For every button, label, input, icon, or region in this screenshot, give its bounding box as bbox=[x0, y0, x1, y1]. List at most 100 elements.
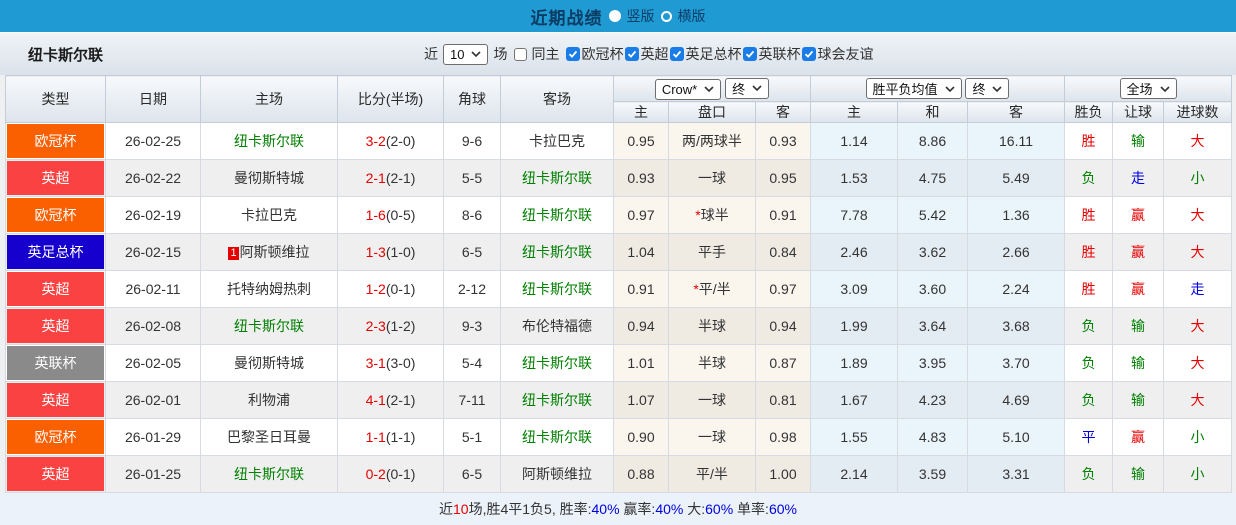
score-cell: 3-1(3-0) bbox=[337, 344, 444, 382]
bookmaker-state-select[interactable]: 终 bbox=[725, 77, 770, 99]
home-team-name: 纽卡斯尔联 bbox=[234, 318, 304, 334]
avg-away-cell: 3.68 bbox=[966, 307, 1066, 345]
header-away: 客场 bbox=[500, 75, 614, 123]
competition-checkbox[interactable] bbox=[566, 47, 581, 61]
header-goals: 进球数 bbox=[1163, 101, 1233, 123]
summary-part: 10 bbox=[453, 501, 469, 517]
home-team-name: 巴黎圣日耳曼 bbox=[227, 429, 311, 445]
fulltime-score: 1-2 bbox=[365, 281, 386, 297]
result-winloss-cell: 负 bbox=[1064, 381, 1114, 419]
filter-bar: 纽卡斯尔联 近 10 场 同主 欧冠杯 英超 英足总杯 英联杯 球会友谊 bbox=[0, 32, 1236, 75]
competition-checkbox[interactable] bbox=[743, 47, 758, 61]
filter-controls: 近 10 场 同主 欧冠杯 英超 英足总杯 英联杯 球会友谊 bbox=[424, 43, 873, 65]
halftime-score: (2-0) bbox=[385, 133, 416, 149]
avg-away-cell: 16.11 bbox=[966, 122, 1066, 160]
odds-home-cell: 0.88 bbox=[613, 455, 669, 493]
same-home-checkbox[interactable] bbox=[514, 47, 528, 61]
title-bar: 近期战绩 竖版 横版 bbox=[0, 0, 1236, 32]
table-row: 欧冠杯 26-02-19 卡拉巴克 1-6(0-5) 8-6 纽卡斯尔联 0.9… bbox=[5, 196, 1233, 234]
home-team-name: 纽卡斯尔联 bbox=[234, 133, 304, 149]
score-cell: 2-1(2-1) bbox=[337, 159, 444, 197]
summary-part: 单率: bbox=[733, 501, 769, 517]
handicap-cell: 两/两球半 bbox=[668, 122, 756, 160]
avg-draw-cell: 5.42 bbox=[897, 196, 968, 234]
odds-home-cell: 1.07 bbox=[613, 381, 669, 419]
summary-part: 大: bbox=[683, 501, 706, 517]
date-cell: 26-02-25 bbox=[105, 122, 201, 160]
fulltime-score: 0-2 bbox=[365, 466, 386, 482]
result-handicap-cell: 赢 bbox=[1112, 196, 1165, 234]
odds-away-cell: 0.97 bbox=[755, 270, 811, 308]
header-winloss: 胜负 bbox=[1064, 101, 1114, 123]
date-cell: 26-02-08 bbox=[105, 307, 201, 345]
result-goals-cell: 大 bbox=[1163, 196, 1233, 234]
layout-radio-vertical[interactable] bbox=[608, 10, 621, 22]
odds-home-cell: 1.04 bbox=[613, 233, 669, 271]
match-count-select[interactable]: 10 bbox=[443, 43, 489, 65]
corner-cell: 5-4 bbox=[443, 344, 501, 382]
competition-checkbox[interactable] bbox=[802, 47, 817, 61]
result-goals-cell: 大 bbox=[1163, 307, 1233, 345]
competition-checkbox[interactable] bbox=[670, 47, 685, 61]
odds-away-cell: 0.93 bbox=[755, 122, 811, 160]
score-cell: 3-2(2-0) bbox=[337, 122, 444, 160]
layout-radio-horizontal[interactable] bbox=[660, 10, 672, 22]
period-group-header: 全场 bbox=[1064, 75, 1233, 102]
competition-filter: 球会友谊 bbox=[802, 44, 873, 64]
home-team-name: 利物浦 bbox=[248, 392, 290, 408]
avg-draw-cell: 3.59 bbox=[897, 455, 968, 493]
competition-label: 球会友谊 bbox=[817, 46, 874, 62]
result-handicap-cell: 赢 bbox=[1112, 233, 1165, 271]
odds-home-cell: 0.91 bbox=[613, 270, 669, 308]
competition-badge: 英超 bbox=[7, 383, 104, 417]
away-team-cell: 纽卡斯尔联 bbox=[500, 196, 614, 234]
odds-away-cell: 0.91 bbox=[755, 196, 811, 234]
odds-home-cell: 0.95 bbox=[613, 122, 669, 160]
competition-label: 英足总杯 bbox=[685, 46, 742, 62]
summary-bar: 近10场,胜4平1负5, 胜率:40% 赢率:40% 大:60% 单率:60% bbox=[0, 493, 1236, 525]
competition-checkbox[interactable] bbox=[625, 47, 640, 61]
avg-home-cell: 1.67 bbox=[810, 381, 898, 419]
home-team-name: 托特纳姆热刺 bbox=[227, 281, 311, 297]
layout-radio-horizontal-label[interactable]: 横版 bbox=[678, 6, 706, 26]
score-cell: 0-2(0-1) bbox=[337, 455, 444, 493]
result-goals-cell: 小 bbox=[1163, 455, 1233, 493]
handicap-text: 平手 bbox=[698, 244, 726, 260]
score-cell: 2-3(1-2) bbox=[337, 307, 444, 345]
odds-home-cell: 0.90 bbox=[613, 418, 669, 456]
odds-away-cell: 1.00 bbox=[755, 455, 811, 493]
score-cell: 1-2(0-1) bbox=[337, 270, 444, 308]
avg-home-cell: 3.09 bbox=[810, 270, 898, 308]
handicap-cell: 半球 bbox=[668, 307, 756, 345]
avg-group-header: 胜平负均值 终 bbox=[809, 75, 1066, 102]
competition-badge: 英超 bbox=[7, 272, 104, 306]
table-row: 英联杯 26-02-05 曼彻斯特城 3-1(3-0) 5-4 纽卡斯尔联 1.… bbox=[5, 344, 1233, 382]
avg-away-cell: 1.36 bbox=[966, 196, 1066, 234]
chevron-down-icon bbox=[944, 85, 955, 92]
avg-state-select[interactable]: 终 bbox=[965, 78, 1010, 99]
halftime-score: (1-2) bbox=[385, 318, 416, 334]
odds-away-cell: 0.84 bbox=[755, 233, 811, 271]
period-select[interactable]: 全场 bbox=[1119, 78, 1177, 99]
avg-draw-cell: 4.23 bbox=[897, 381, 968, 419]
fulltime-score: 1-6 bbox=[365, 207, 386, 223]
away-team-name: 纽卡斯尔联 bbox=[522, 355, 592, 371]
away-team-cell: 纽卡斯尔联 bbox=[500, 418, 614, 456]
avg-home-cell: 1.99 bbox=[810, 307, 898, 345]
bookmaker-select[interactable]: Crow* bbox=[654, 78, 722, 100]
avg-home-cell: 1.53 bbox=[810, 159, 898, 197]
chevron-down-icon bbox=[992, 85, 1003, 92]
avg-home-cell: 1.14 bbox=[810, 122, 898, 160]
halftime-score: (0-1) bbox=[385, 466, 416, 482]
date-cell: 26-02-19 bbox=[105, 196, 201, 234]
avg-draw-cell: 4.75 bbox=[897, 159, 968, 197]
layout-radio-vertical-label[interactable]: 竖版 bbox=[627, 6, 655, 26]
result-goals-cell: 大 bbox=[1163, 122, 1233, 160]
home-team-cell: 利物浦 bbox=[200, 381, 338, 419]
handicap-cell: 平/半 bbox=[668, 455, 756, 493]
result-goals-cell: 小 bbox=[1163, 159, 1233, 197]
home-team-name: 阿斯顿维拉 bbox=[239, 244, 310, 260]
avg-select[interactable]: 胜平负均值 bbox=[865, 78, 962, 99]
result-goals-cell: 走 bbox=[1163, 270, 1233, 308]
odds-away-cell: 0.81 bbox=[755, 381, 811, 419]
